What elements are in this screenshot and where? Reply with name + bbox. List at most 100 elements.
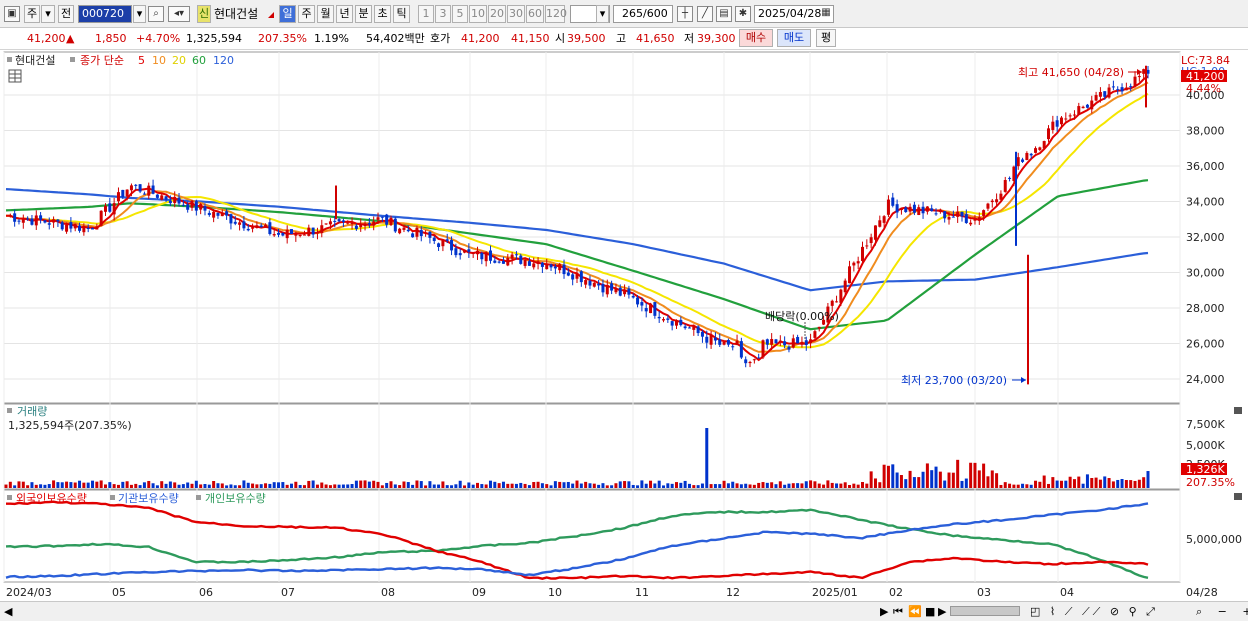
interval-button-5[interactable]: 30 (507, 5, 525, 23)
candle-body (943, 211, 947, 219)
type-select[interactable]: 주 (24, 5, 40, 23)
candle-body (467, 249, 471, 252)
candle-body (709, 335, 713, 345)
interval-button-4[interactable]: 20 (488, 5, 506, 23)
date-label: 04/28 (1186, 586, 1218, 599)
period-tab-2[interactable]: 월 (317, 5, 334, 23)
drawing-tools-icon[interactable]: ╱ (697, 6, 713, 22)
price-tick: 34,000 (1186, 196, 1225, 209)
interval-button-1[interactable]: 3 (435, 5, 451, 23)
interval-dropdown[interactable]: ▾ (596, 5, 609, 23)
drawing-toolbar-icon[interactable]: ◰ ⌇ ⟋ ⟋⟋ ⊘ ⚲ ⤢ (1030, 605, 1158, 619)
stock-code-input[interactable]: 000720 (78, 5, 132, 23)
period-tab-label: 주 (301, 7, 312, 20)
step-back-icon[interactable]: ⏪ (908, 605, 922, 619)
search-icon[interactable]: ⌕ (148, 6, 164, 22)
volume-bar (705, 428, 709, 488)
volume-bar (402, 481, 406, 488)
volume-bar (545, 484, 549, 488)
calendar-icon[interactable]: ▦ (819, 6, 833, 22)
candle-type-icon[interactable]: ┼ (677, 6, 693, 22)
ma10-label: 10 (152, 54, 166, 67)
candle-body (346, 222, 350, 224)
volume-bar (982, 463, 986, 488)
volume-bar (1068, 476, 1072, 488)
volume-bar (86, 482, 90, 488)
chart-scrollbar[interactable]: ◀ ▶ ⏮ ⏪ ■ ▶ ◰ ⌇ ⟋ ⟋⟋ ⊘ ⚲ ⤢ ⌕ − + A (0, 601, 1248, 621)
rewind-icon[interactable]: ⏮ (893, 605, 903, 619)
volume-bar (969, 462, 973, 488)
candle-body (47, 223, 51, 225)
volume-bar (614, 483, 618, 488)
volume-bar (173, 482, 177, 488)
candle-body (670, 321, 674, 326)
vol-tick-2: 5,000K (1186, 439, 1225, 452)
volume-bar (514, 483, 518, 488)
candle-body (527, 261, 531, 266)
avg-button[interactable]: 평 (816, 29, 836, 47)
stop-icon[interactable]: ■ (925, 605, 935, 619)
interval-button-2[interactable]: 5 (452, 5, 468, 23)
scroll-left-icon[interactable]: ◀ (4, 605, 12, 619)
volume-bar (1077, 476, 1081, 488)
candle-body (1072, 114, 1076, 116)
volume-bar (683, 480, 687, 488)
scroll-thumb[interactable] (950, 606, 1020, 616)
volume-bar (977, 470, 981, 488)
volume-bar (739, 484, 743, 488)
scroll-right-icon[interactable]: ▶ (880, 605, 888, 619)
candle-body (411, 233, 415, 238)
volume-ratio: 207.35% (258, 32, 307, 45)
volume-bar (168, 481, 172, 488)
speaker-icon[interactable]: ◂▾ (168, 6, 190, 22)
volume-bar (181, 484, 185, 488)
stock-chart[interactable]: 현대건설 종가 단순 5 10 20 60 120 40,00038,00036… (0, 50, 1248, 601)
volume-bar (1051, 477, 1055, 488)
open-price: 39,500 (567, 32, 606, 45)
volume-bar (584, 481, 588, 488)
interval-button-7[interactable]: 120 (545, 5, 567, 23)
volume-bar (69, 482, 73, 488)
save-icon[interactable]: ▤ (716, 6, 732, 22)
play-icon[interactable]: ▶ (938, 605, 946, 619)
candle-body (584, 280, 588, 285)
candle-body (1047, 128, 1051, 140)
interval-button-0[interactable]: 1 (418, 5, 434, 23)
volume-bar (1120, 478, 1124, 488)
volume-bar (553, 481, 557, 488)
count-input[interactable]: 265/600 (613, 5, 673, 23)
buy-button[interactable]: 매수 (739, 29, 773, 47)
period-tab-0[interactable]: 일 (279, 5, 296, 23)
code-dropdown[interactable]: ▾ (133, 5, 146, 23)
candle-body (264, 224, 268, 228)
window-icon[interactable]: ▣ (4, 6, 20, 22)
volume-bar (341, 484, 345, 488)
gear-icon[interactable]: ✱ (735, 6, 751, 22)
chevron-down-icon: ▾ (45, 7, 51, 20)
indiv-legend: 개인보유수량 (205, 492, 266, 505)
candle-body (181, 204, 185, 206)
candle-body (666, 318, 670, 320)
volume-title: 거래량 (17, 405, 47, 418)
period-tab-label: 분 (358, 7, 369, 20)
sell-button[interactable]: 매도 (777, 29, 811, 47)
panel-close-icon[interactable] (1234, 407, 1242, 414)
period-tab-5[interactable]: 초 (374, 5, 391, 23)
type-dropdown[interactable]: ▾ (41, 5, 55, 23)
volume-bar (843, 482, 847, 488)
candle-body (908, 206, 912, 212)
period-tab-4[interactable]: 분 (355, 5, 372, 23)
period-tab-6[interactable]: 틱 (393, 5, 410, 23)
candle-body (147, 185, 151, 196)
ma20-label: 20 (172, 54, 186, 67)
interval-button-3[interactable]: 10 (469, 5, 487, 23)
zoom-controls-icon[interactable]: ⌕ − + A (1196, 605, 1248, 619)
panel-close-icon[interactable] (1234, 493, 1242, 500)
volume-bar (839, 483, 843, 488)
period-tab-3[interactable]: 년 (336, 5, 353, 23)
prev-button[interactable]: 전 (58, 5, 74, 23)
interval-button-6[interactable]: 60 (526, 5, 544, 23)
volume-bar (376, 481, 380, 488)
candle-body (778, 340, 782, 342)
period-tab-1[interactable]: 주 (298, 5, 315, 23)
